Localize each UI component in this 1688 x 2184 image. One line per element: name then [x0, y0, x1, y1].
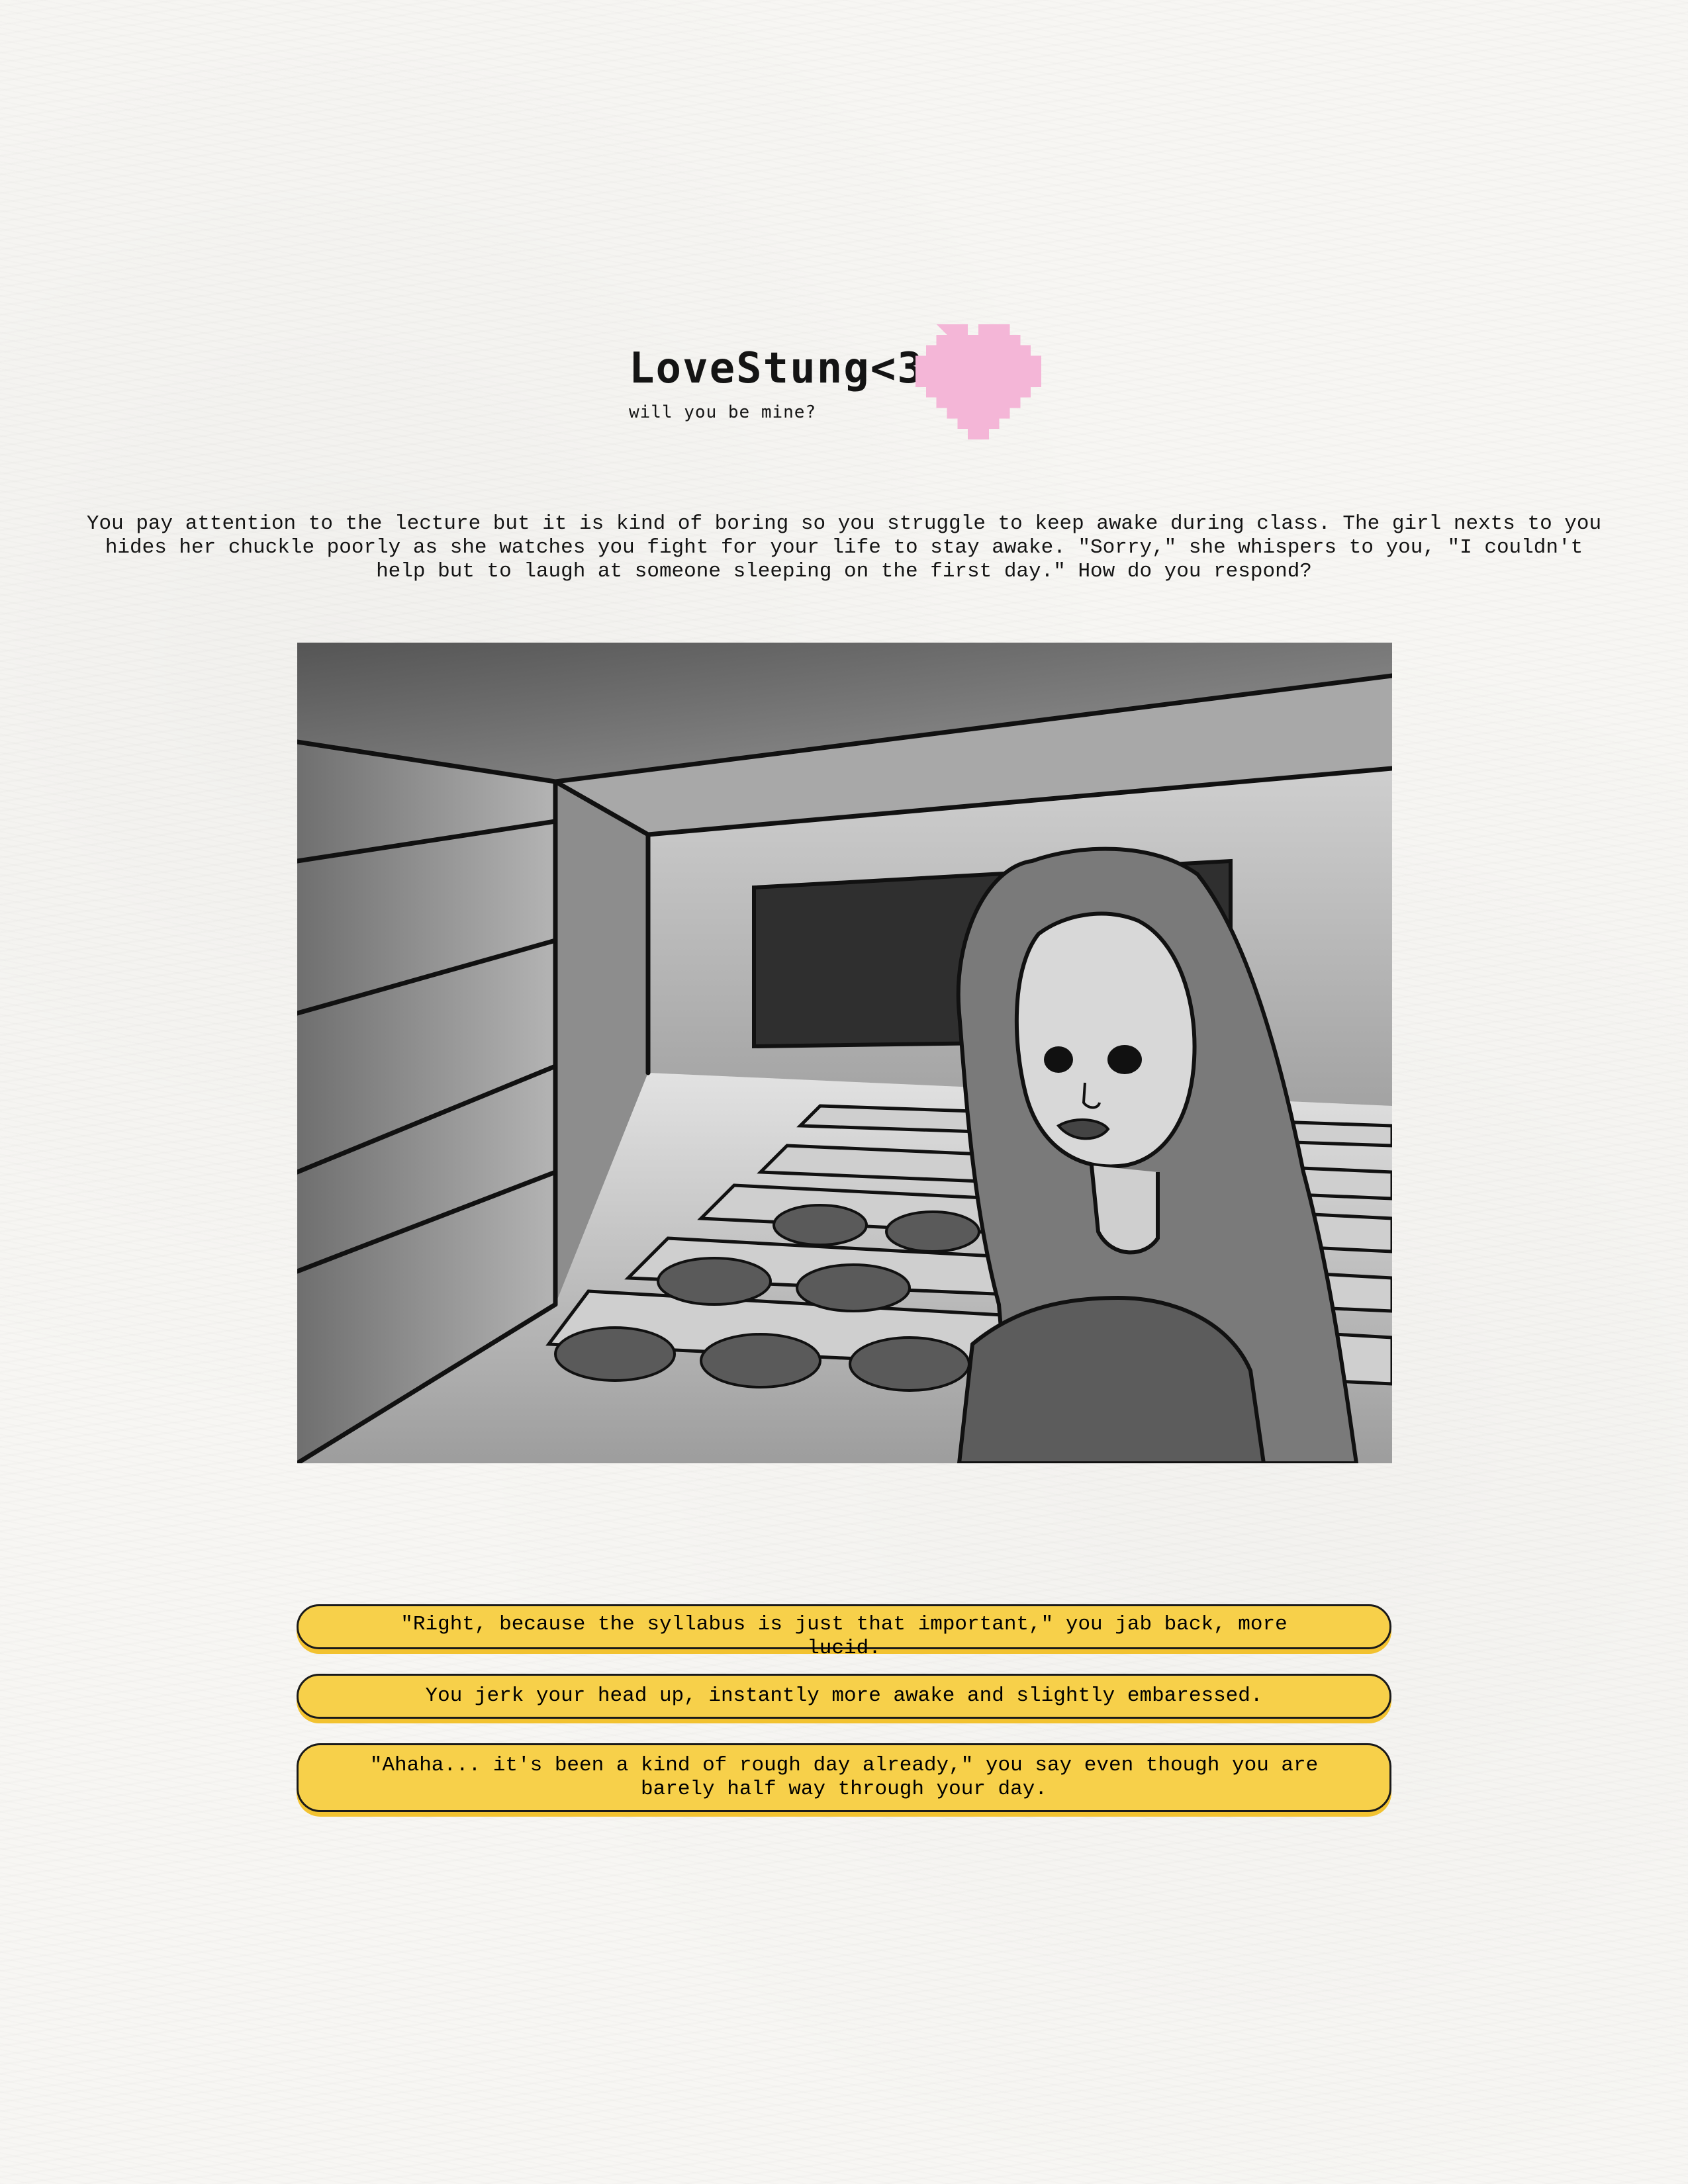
game-title: LoveStung<3 [629, 344, 924, 393]
choice-button-3[interactable]: "Ahaha... it's been a kind of rough day … [297, 1743, 1391, 1812]
choice-button-2[interactable]: You jerk your head up, instantly more aw… [297, 1674, 1391, 1719]
lecture-hall-illustration [297, 643, 1392, 1463]
choice-list: "Right, because the syllabus is just tha… [297, 1604, 1394, 1837]
game-header: LoveStung<3 will you be mine? [622, 324, 1086, 443]
game-subtitle: will you be mine? [629, 402, 817, 422]
story-text: You pay attention to the lecture but it … [86, 512, 1602, 583]
choice-button-1[interactable]: "Right, because the syllabus is just tha… [297, 1604, 1391, 1660]
pixel-heart-icon [915, 324, 1041, 439]
